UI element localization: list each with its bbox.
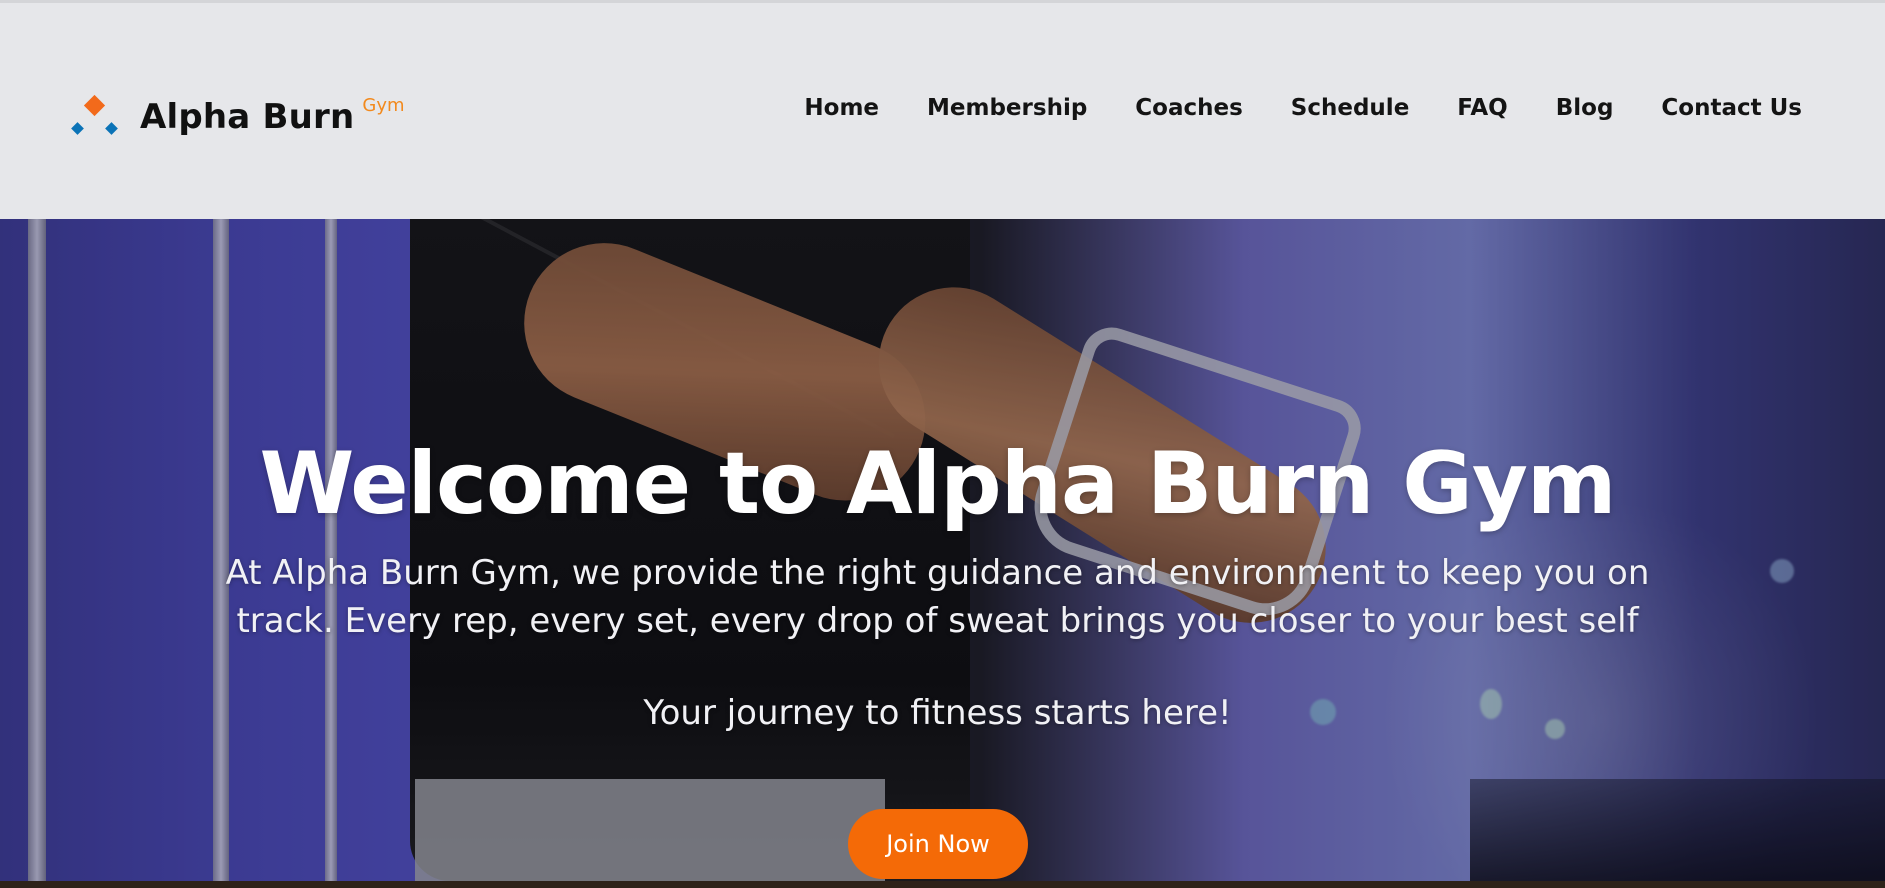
brand-name: Alpha Burn — [140, 97, 355, 137]
hero-tagline: Your journey to fitness starts here! — [643, 693, 1232, 733]
nav-schedule[interactable]: Schedule — [1291, 95, 1410, 121]
next-section-edge — [0, 881, 1885, 888]
hero-section: Welcome to Alpha Burn Gym At Alpha Burn … — [0, 219, 1885, 881]
logo-blue-diamond-right — [105, 122, 118, 135]
site-header: Alpha Burn Gym Home Membership Coaches S… — [0, 3, 1885, 219]
brand-superscript: Gym — [362, 94, 405, 116]
join-now-button[interactable]: Join Now — [848, 809, 1028, 879]
hero-description: At Alpha Burn Gym, we provide the right … — [225, 553, 1650, 641]
main-nav: Home Membership Coaches Schedule FAQ Blo… — [804, 95, 1802, 121]
nav-coaches[interactable]: Coaches — [1135, 95, 1243, 121]
logo-diamond-icon — [70, 92, 120, 142]
logo-orange-diamond — [83, 94, 106, 117]
nav-faq[interactable]: FAQ — [1457, 95, 1507, 121]
nav-contact-us[interactable]: Contact Us — [1661, 95, 1802, 121]
nav-membership[interactable]: Membership — [927, 95, 1087, 121]
logo-blue-diamond-left — [71, 122, 84, 135]
hero-title: Welcome to Alpha Burn Gym — [259, 434, 1616, 534]
nav-blog[interactable]: Blog — [1556, 95, 1614, 121]
nav-home[interactable]: Home — [804, 95, 879, 121]
brand-logo-link[interactable]: Alpha Burn Gym — [70, 91, 405, 143]
